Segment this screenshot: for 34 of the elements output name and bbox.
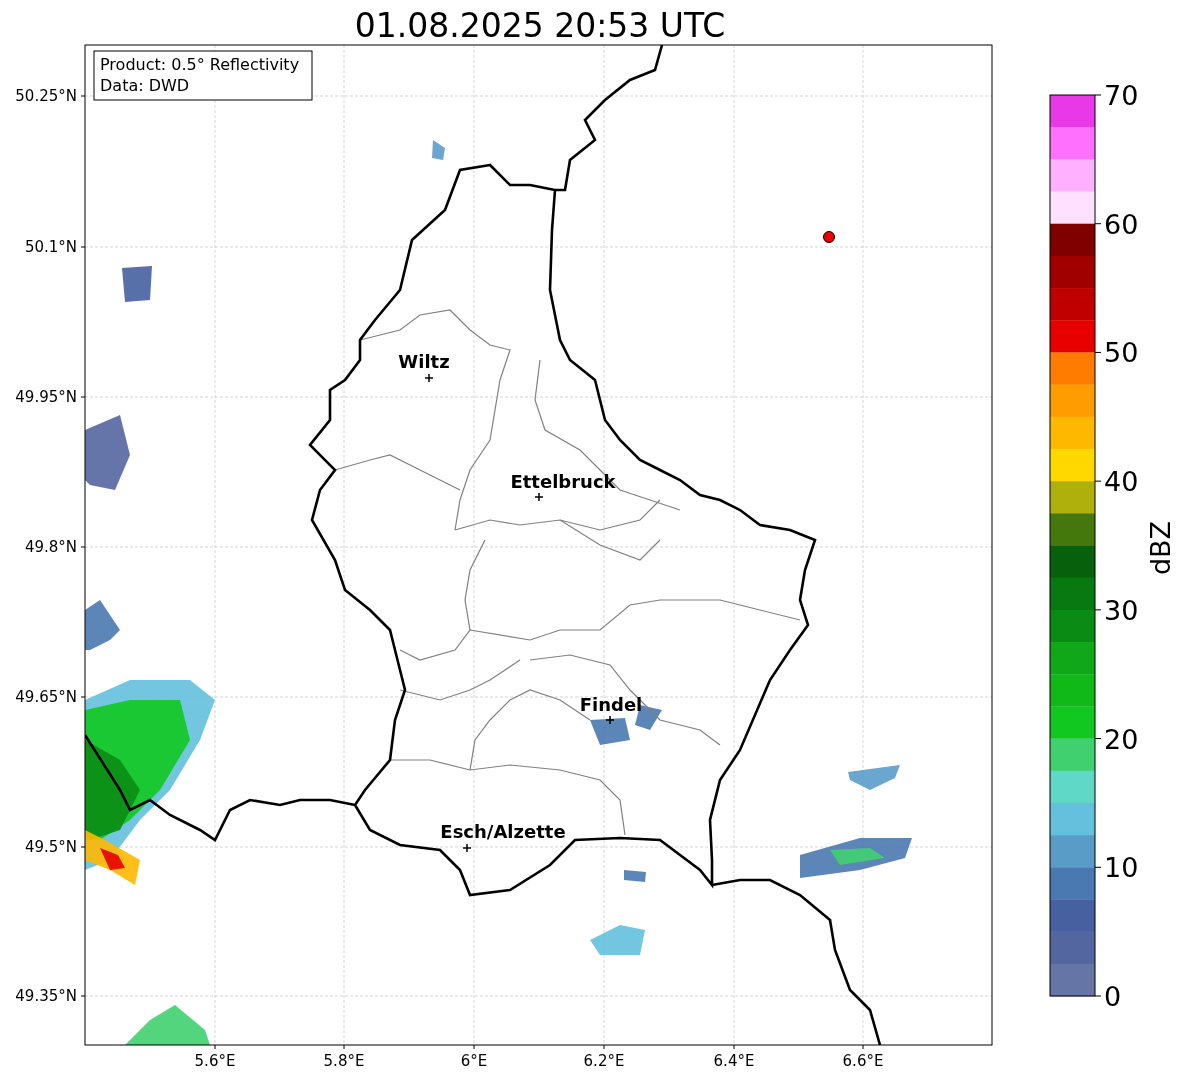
colorbar-tick-label: 30 <box>1104 594 1139 626</box>
colorbar-tick-label: 50 <box>1104 337 1139 369</box>
colorbar-tick-label: 20 <box>1104 723 1139 755</box>
city-label: Findel <box>579 694 643 715</box>
latitude-label: 49.95°N <box>15 388 77 406</box>
latitude-label: 49.35°N <box>15 987 77 1005</box>
city-marker <box>605 715 615 725</box>
longitude-label: 6.2°E <box>583 1052 625 1070</box>
colorbar-tick-label: 10 <box>1104 852 1139 884</box>
info-text: Product: 0.5° Reflectivity <box>100 55 300 74</box>
latitude-label: 49.65°N <box>15 688 77 706</box>
city-marker <box>424 373 434 383</box>
city-label: Esch/Alzette <box>440 821 566 842</box>
latitude-label: 50.1°N <box>24 238 77 256</box>
radar-site-marker <box>823 231 835 243</box>
latitude-label: 50.25°N <box>15 87 77 105</box>
latitude-label: 49.8°N <box>24 538 77 556</box>
chart-title: 01.08.2025 20:53 UTC <box>354 6 726 45</box>
colorbar-tick-label: 70 <box>1104 80 1139 111</box>
longitude-label: 5.6°E <box>194 1052 236 1070</box>
longitude-label: 6.6°E <box>842 1052 884 1070</box>
colorbar-tick-label: 0 <box>1104 981 1122 1012</box>
longitude-label: 6°E <box>460 1052 488 1070</box>
city-label: Wiltz <box>398 351 450 372</box>
colorbar-tick-label: 60 <box>1104 208 1139 240</box>
longitude-label: 6.4°E <box>713 1052 755 1070</box>
latitude-label: 49.5°N <box>24 838 77 856</box>
city-label: Ettelbruck <box>510 471 616 492</box>
city-marker <box>534 492 544 502</box>
city-marker <box>462 843 472 853</box>
colorbar-tick-label: 40 <box>1104 466 1139 498</box>
info-text: Data: DWD <box>100 76 190 95</box>
colorbar-label: dBZ <box>1145 520 1176 576</box>
longitude-label: 5.8°E <box>323 1052 365 1070</box>
